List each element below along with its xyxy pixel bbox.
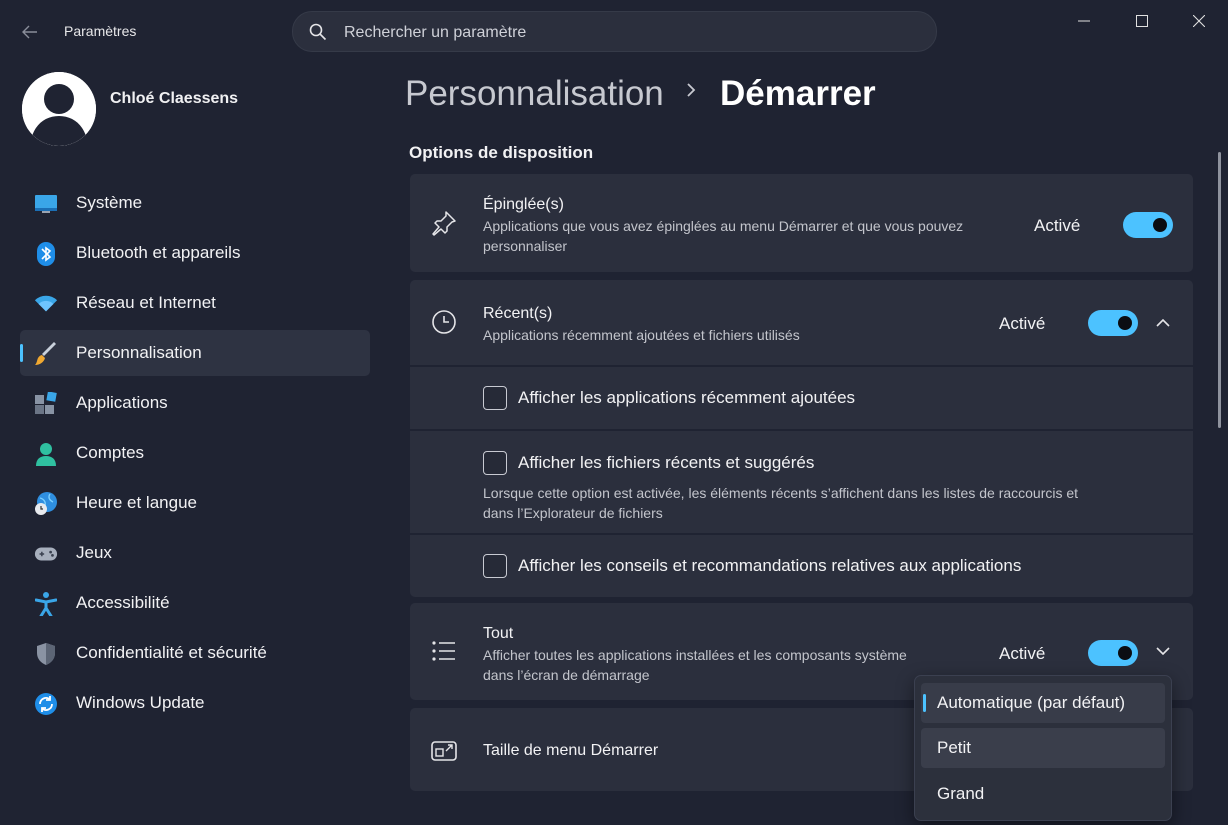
bluetooth-icon xyxy=(34,242,58,266)
chevron-down-icon[interactable] xyxy=(1149,637,1177,665)
tips-label[interactable]: Afficher les conseils et recommandations… xyxy=(518,556,1021,576)
accessibility-icon xyxy=(34,592,58,616)
avatar[interactable] xyxy=(22,72,96,146)
system-icon xyxy=(34,192,58,216)
dropdown-option-auto[interactable]: Automatique (par défaut) xyxy=(921,683,1165,723)
all-toggle[interactable] xyxy=(1088,640,1138,666)
window-resize-icon xyxy=(430,736,458,764)
minimize-button[interactable] xyxy=(1056,6,1112,36)
start-size-dropdown: Automatique (par défaut) Petit Grand xyxy=(914,675,1172,821)
maximize-button[interactable] xyxy=(1114,6,1170,36)
recent-files-description-line2: dans l’Explorateur de fichiers xyxy=(483,505,663,521)
tips-option-row: Afficher les conseils et recommandations… xyxy=(410,534,1193,597)
sidebar-item-time-language[interactable]: Heure et langue xyxy=(20,480,370,526)
recent-files-label[interactable]: Afficher les fichiers récents et suggéré… xyxy=(518,453,814,473)
all-status: Activé xyxy=(999,644,1046,663)
globe-clock-icon xyxy=(34,492,58,516)
sidebar-item-gaming[interactable]: Jeux xyxy=(20,530,370,576)
recent-apps-label[interactable]: Afficher les applications récemment ajou… xyxy=(518,388,855,408)
sidebar-item-label: Applications xyxy=(76,393,168,412)
recent-apps-checkbox[interactable] xyxy=(483,386,507,410)
sidebar-item-accounts[interactable]: Comptes xyxy=(20,430,370,476)
dropdown-option-label: Automatique (par défaut) xyxy=(937,693,1126,712)
recent-apps-option-row: Afficher les applications récemment ajou… xyxy=(410,366,1193,429)
back-button[interactable] xyxy=(14,18,46,46)
pinned-description-line2: personnaliser xyxy=(483,238,568,254)
pinned-description: Applications que vous avez épinglées au … xyxy=(483,218,964,234)
chevron-up-icon[interactable] xyxy=(1149,309,1177,337)
sidebar-item-windows-update[interactable]: Windows Update xyxy=(20,680,370,726)
sidebar-item-label: Confidentialité et sécurité xyxy=(76,643,267,662)
user-name: Chloé Claessens xyxy=(110,90,239,107)
wifi-icon xyxy=(34,292,58,316)
breadcrumb-chevron-icon xyxy=(686,82,696,103)
apps-icon xyxy=(34,392,58,416)
pin-icon xyxy=(430,209,458,237)
recent-title: Récent(s) xyxy=(483,305,553,322)
brush-icon xyxy=(34,342,58,366)
search-input[interactable]: Rechercher un paramètre xyxy=(344,24,526,42)
minimize-icon xyxy=(1078,20,1090,22)
search-icon xyxy=(309,23,327,41)
section-title: Options de disposition xyxy=(409,143,594,162)
sidebar-item-label: Accessibilité xyxy=(76,593,170,612)
sidebar-item-apps[interactable]: Applications xyxy=(20,380,370,426)
search-box[interactable]: Rechercher un paramètre xyxy=(292,11,937,52)
sidebar-nav: Système Bluetooth et appareils Réseau et… xyxy=(20,180,370,730)
pinned-title: Épinglée(s) xyxy=(483,196,564,213)
recent-setting-card[interactable]: Récent(s) Applications récemment ajoutée… xyxy=(410,280,1193,365)
sidebar-item-label: Personnalisation xyxy=(76,343,202,362)
recent-files-option-row: Afficher les fichiers récents et suggéré… xyxy=(410,430,1193,533)
sidebar-item-network[interactable]: Réseau et Internet xyxy=(20,280,370,326)
update-icon xyxy=(34,692,58,716)
back-arrow-icon xyxy=(22,25,37,39)
close-icon xyxy=(1193,15,1205,27)
shield-icon xyxy=(34,642,58,666)
breadcrumb-parent[interactable]: Personnalisation xyxy=(405,74,664,114)
sidebar-item-label: Réseau et Internet xyxy=(76,293,216,312)
user-silhouette-icon xyxy=(22,72,96,146)
app-title: Paramètres xyxy=(64,23,137,39)
gamepad-icon xyxy=(34,542,58,566)
start-size-title: Taille de menu Démarrer xyxy=(483,742,659,759)
dropdown-option-small[interactable]: Petit xyxy=(921,728,1165,768)
recent-files-checkbox[interactable] xyxy=(483,451,507,475)
sidebar-item-label: Système xyxy=(76,193,143,212)
sidebar-item-label: Windows Update xyxy=(76,693,205,712)
dropdown-option-large[interactable]: Grand xyxy=(921,774,1165,814)
all-description-line2: dans l’écran de démarrage xyxy=(483,667,650,683)
recent-status: Activé xyxy=(999,314,1046,333)
dropdown-option-label: Grand xyxy=(937,784,985,803)
recent-description: Applications récemment ajoutées et fichi… xyxy=(483,327,800,343)
pinned-status: Activé xyxy=(1034,216,1081,235)
sidebar-item-label: Comptes xyxy=(76,443,145,462)
dropdown-option-label: Petit xyxy=(937,738,972,757)
sidebar-item-bluetooth[interactable]: Bluetooth et appareils xyxy=(20,230,370,276)
maximize-icon xyxy=(1136,15,1148,27)
list-icon xyxy=(430,637,458,665)
title-bar: Paramètres Rechercher un paramètre xyxy=(0,0,1228,64)
recent-files-description: Lorsque cette option est activée, les él… xyxy=(483,485,1079,501)
sidebar-item-privacy[interactable]: Confidentialité et sécurité xyxy=(20,630,370,676)
pinned-toggle[interactable] xyxy=(1123,212,1173,238)
sidebar-item-personalization[interactable]: Personnalisation xyxy=(20,330,370,376)
all-description: Afficher toutes les applications install… xyxy=(483,647,907,663)
all-title: Tout xyxy=(483,625,514,642)
pinned-setting-card: Épinglée(s) Applications que vous avez é… xyxy=(410,174,1193,272)
clock-icon xyxy=(430,308,458,336)
close-button[interactable] xyxy=(1171,6,1227,36)
vertical-scrollbar[interactable] xyxy=(1218,152,1221,428)
account-icon xyxy=(34,442,58,466)
sidebar-item-accessibility[interactable]: Accessibilité xyxy=(20,580,370,626)
sidebar-item-label: Heure et langue xyxy=(76,493,197,512)
sidebar-item-label: Bluetooth et appareils xyxy=(76,243,241,262)
recent-toggle[interactable] xyxy=(1088,310,1138,336)
page-title: Démarrer xyxy=(720,74,876,113)
tips-checkbox[interactable] xyxy=(483,554,507,578)
sidebar-item-system[interactable]: Système xyxy=(20,180,370,226)
sidebar-item-label: Jeux xyxy=(76,543,112,562)
